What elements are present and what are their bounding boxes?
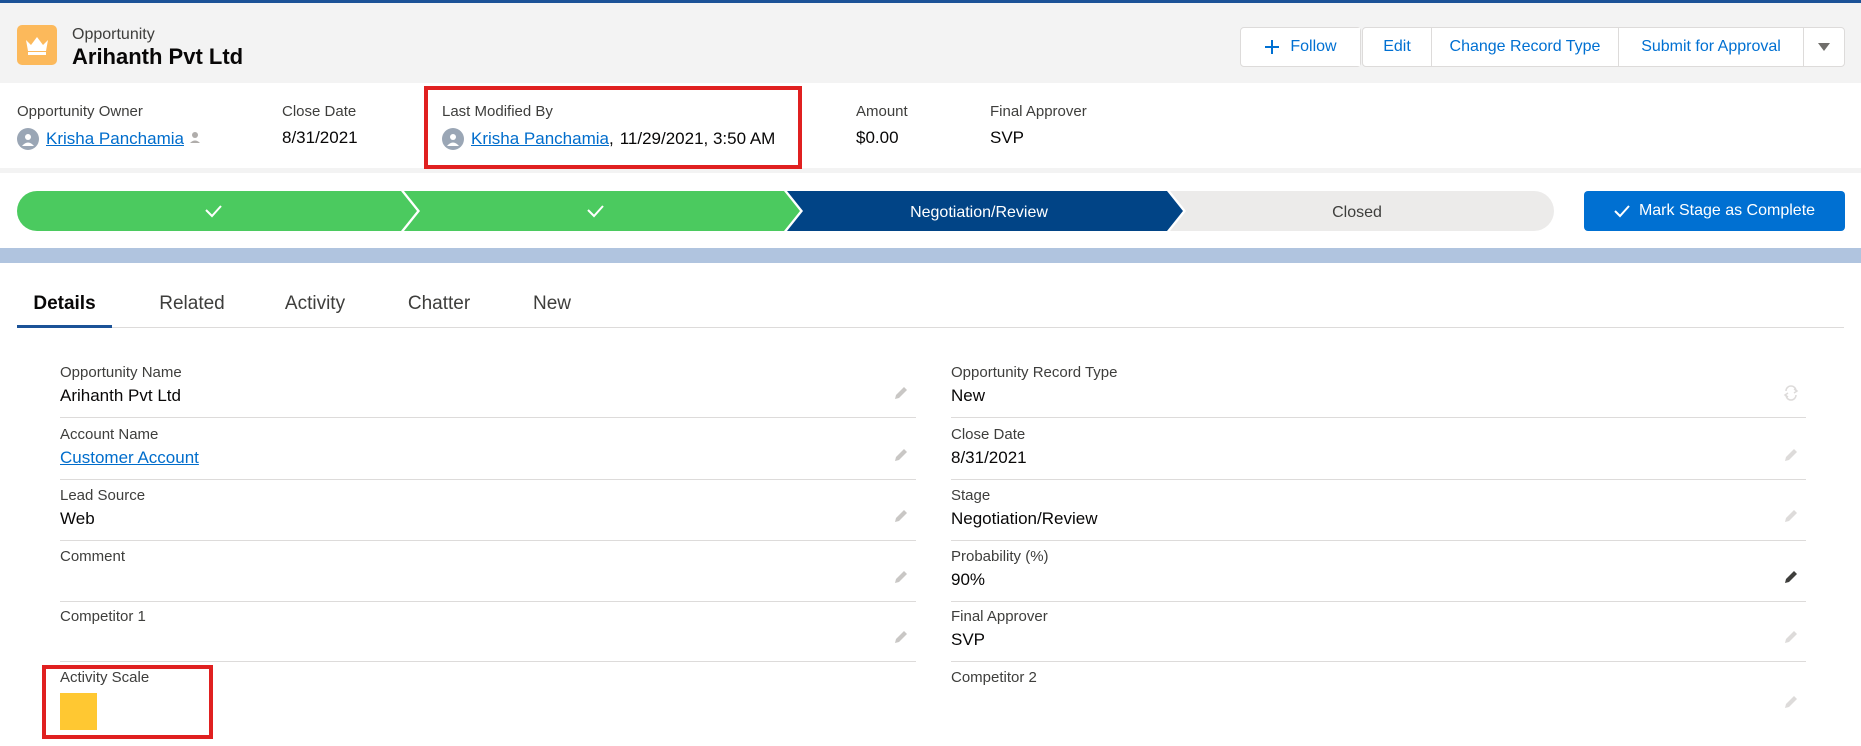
field-competitor-1: Competitor 1	[60, 602, 916, 662]
mark-stage-complete-button[interactable]: Mark Stage as Complete	[1584, 191, 1845, 231]
field-lead-source: Lead Source Web	[60, 481, 916, 541]
record-header: Opportunity Arihanth Pvt Ltd Follow Edit…	[0, 3, 1861, 83]
tab-activity[interactable]: Activity	[265, 287, 365, 328]
tab-related[interactable]: Related	[142, 287, 242, 328]
section-divider-band	[0, 248, 1861, 263]
change-record-type-label: Change Record Type	[1449, 38, 1601, 55]
pencil-icon[interactable]	[892, 446, 910, 464]
pencil-icon[interactable]	[892, 568, 910, 586]
amount-value: $0.00	[856, 128, 899, 147]
field-label: Comment	[60, 548, 126, 565]
change-owner-icon[interactable]	[189, 129, 203, 149]
follow-button[interactable]: Follow	[1241, 28, 1360, 66]
pencil-icon[interactable]	[892, 384, 910, 402]
user-avatar-icon	[17, 128, 39, 150]
field-opportunity-name: Opportunity Name Arihanth Pvt Ltd	[60, 358, 916, 418]
highlight-owner: Opportunity Owner Krisha Panchamia	[17, 103, 203, 150]
pencil-icon[interactable]	[892, 507, 910, 525]
field-value: Web	[60, 509, 95, 528]
highlight-close-date: Close Date 8/31/2021	[282, 103, 358, 148]
highlights-panel: Opportunity Owner Krisha Panchamia Close…	[0, 83, 1861, 173]
chevron-down-icon	[1818, 43, 1830, 51]
owner-label: Opportunity Owner	[17, 103, 143, 120]
field-opportunity-record-type: Opportunity Record Type New	[951, 358, 1806, 418]
field-label: Probability (%)	[951, 548, 1049, 565]
pencil-icon[interactable]	[1782, 568, 1800, 586]
pencil-icon[interactable]	[1782, 446, 1800, 464]
field-value: Arihanth Pvt Ltd	[60, 386, 181, 405]
final-approver-value: SVP	[990, 128, 1025, 147]
tab-details[interactable]: Details	[17, 287, 112, 328]
highlight-box-last-modified	[424, 86, 802, 169]
field-label: Competitor 1	[60, 608, 146, 625]
field-value: 90%	[951, 570, 986, 589]
field-label: Opportunity Name	[60, 364, 182, 381]
edit-button[interactable]: Edit	[1363, 28, 1431, 66]
amount-label: Amount	[856, 103, 908, 120]
change-record-type-icon[interactable]	[1782, 384, 1800, 402]
highlight-amount: Amount $0.00	[856, 103, 908, 148]
path-stage-2[interactable]	[404, 191, 800, 231]
crown-icon	[17, 25, 57, 65]
field-label: Lead Source	[60, 487, 146, 504]
field-label: Stage	[951, 487, 991, 504]
record-tabs: Details Related Activity Chatter New	[17, 287, 1844, 328]
mark-stage-complete-label: Mark Stage as Complete	[1638, 202, 1816, 219]
change-record-type-button[interactable]: Change Record Type	[1431, 28, 1618, 66]
field-stage: Stage Negotiation/Review	[951, 481, 1806, 541]
owner-link[interactable]: Krisha Panchamia	[46, 129, 184, 149]
record-actions-group: Edit Change Record Type Submit for Appro…	[1362, 27, 1845, 67]
field-final-approver: Final Approver SVP	[951, 602, 1806, 662]
field-label: Close Date	[951, 426, 1026, 443]
tab-chatter[interactable]: Chatter	[389, 287, 489, 328]
tab-new[interactable]: New	[517, 287, 587, 328]
close-date-value: 8/31/2021	[282, 128, 358, 147]
submit-for-approval-label: Submit for Approval	[1641, 38, 1781, 55]
field-label: Final Approver	[951, 608, 1048, 625]
field-account-name: Account Name Customer Account	[60, 420, 916, 480]
close-date-label: Close Date	[282, 103, 357, 120]
checkmark-icon	[1614, 205, 1630, 218]
pencil-icon[interactable]	[1782, 693, 1800, 711]
path-stage-3-label: Negotiation/Review	[910, 204, 1048, 221]
edit-label: Edit	[1383, 38, 1411, 55]
submit-for-approval-button[interactable]: Submit for Approval	[1618, 28, 1803, 66]
field-value: Negotiation/Review	[951, 509, 1098, 528]
sales-path: Negotiation/Review Closed	[17, 191, 1554, 231]
field-value: New	[951, 386, 986, 405]
follow-label: Follow	[1290, 38, 1337, 55]
account-name-link[interactable]: Customer Account	[60, 448, 199, 468]
more-actions-button[interactable]	[1803, 28, 1844, 66]
field-value: SVP	[951, 630, 986, 649]
field-close-date: Close Date 8/31/2021	[951, 420, 1806, 480]
record-name: Arihanth Pvt Ltd	[72, 44, 244, 69]
field-label: Account Name	[60, 426, 159, 443]
plus-icon	[1265, 40, 1280, 54]
final-approver-label: Final Approver	[990, 103, 1087, 120]
pencil-icon[interactable]	[1782, 628, 1800, 646]
field-probability: Probability (%) 90%	[951, 542, 1806, 602]
pencil-icon[interactable]	[1782, 507, 1800, 525]
highlight-final-approver: Final Approver SVP	[990, 103, 1087, 148]
field-label: Competitor 2	[951, 669, 1037, 686]
pencil-icon[interactable]	[892, 628, 910, 646]
object-type-label: Opportunity	[72, 26, 155, 43]
field-label: Opportunity Record Type	[951, 364, 1118, 381]
field-competitor-2: Competitor 2	[951, 663, 1806, 733]
highlight-box-activity-scale	[42, 665, 213, 739]
path-stage-4-label: Closed	[1332, 204, 1382, 221]
field-comment: Comment	[60, 542, 916, 602]
field-value: 8/31/2021	[951, 448, 1027, 467]
follow-button-group: Follow	[1240, 27, 1361, 67]
